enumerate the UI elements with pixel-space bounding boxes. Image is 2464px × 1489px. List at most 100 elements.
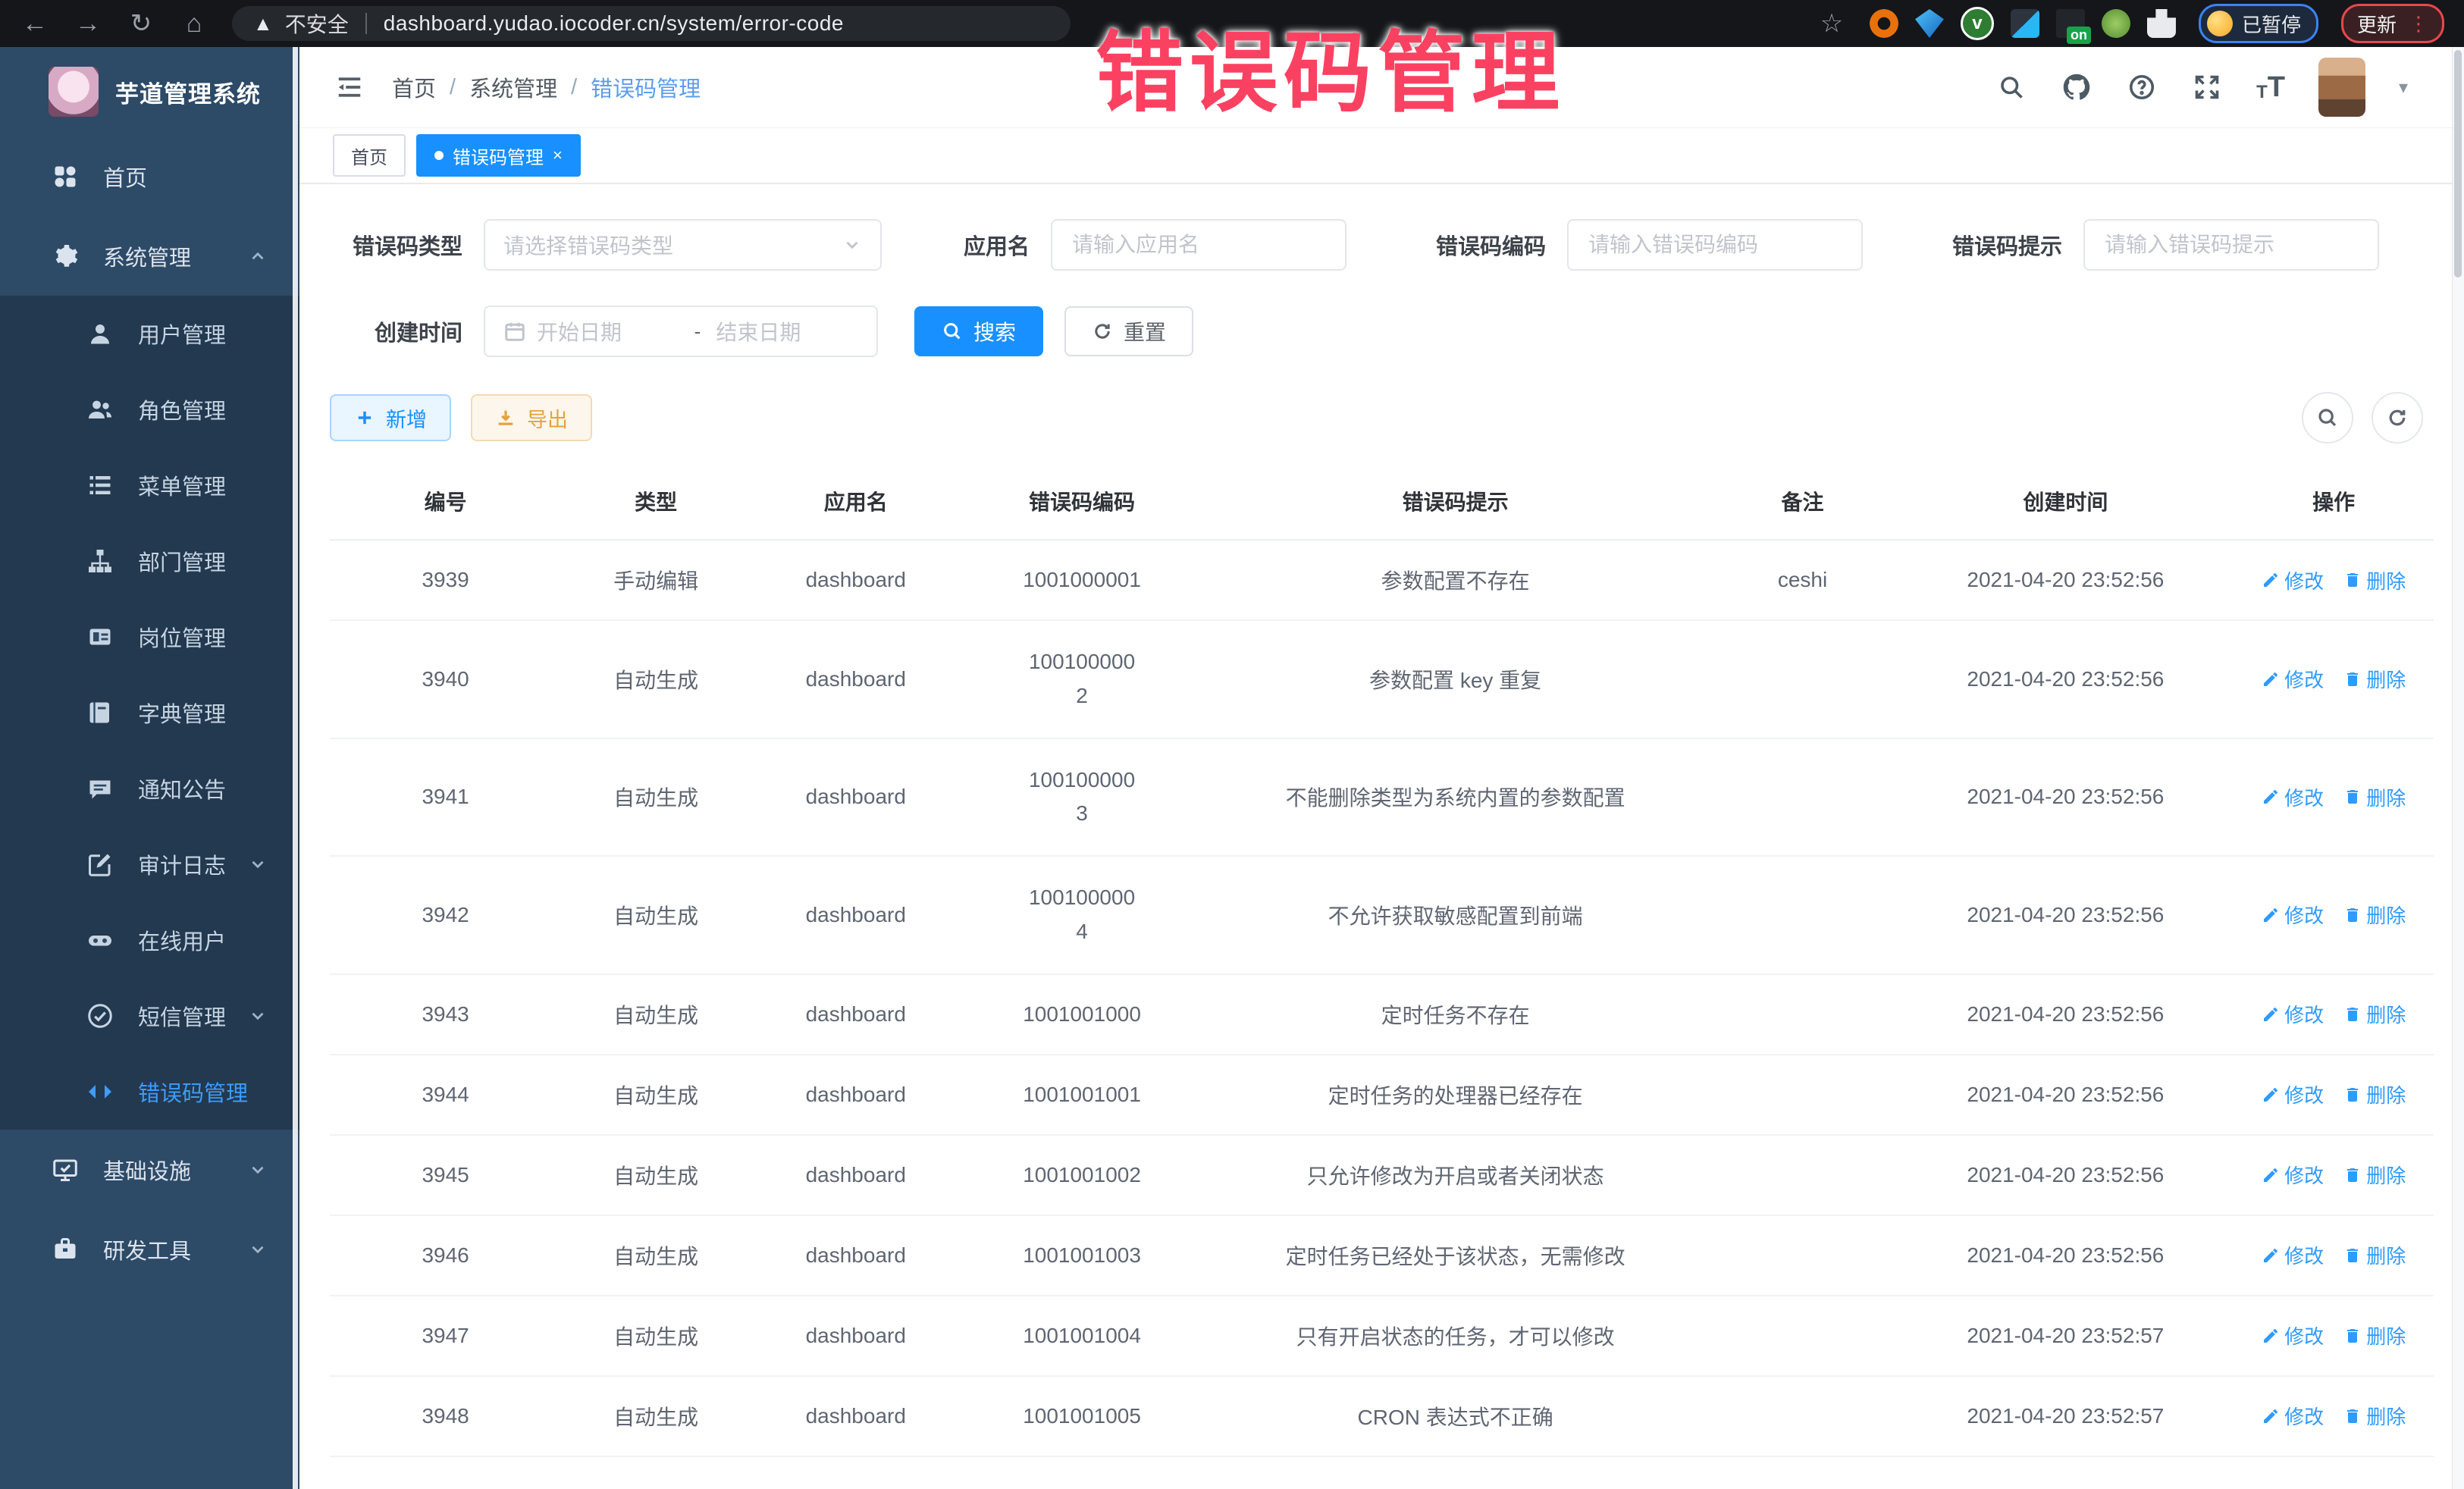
- breadcrumb-system[interactable]: 系统管理: [469, 71, 557, 103]
- cell-remark: [1708, 1055, 1898, 1135]
- cell-type: 自动生成: [561, 1215, 751, 1296]
- col-header-tip: 错误码提示: [1203, 463, 1708, 540]
- sidebar-scrollbar[interactable]: [293, 47, 298, 1489]
- sidebar-item-3[interactable]: 角色管理: [0, 371, 299, 447]
- edit-link[interactable]: 修改: [2262, 566, 2324, 594]
- browser-extension-icon[interactable]: [2102, 9, 2130, 38]
- delete-link[interactable]: 删除: [2343, 783, 2406, 811]
- end-date-placeholder[interactable]: 结束日期: [716, 316, 858, 346]
- start-date-placeholder[interactable]: 开始日期: [537, 316, 679, 346]
- browser-extension-icon[interactable]: on: [2056, 9, 2085, 38]
- browser-update-button[interactable]: 更新 ⋮: [2341, 4, 2444, 43]
- cell-remark: [1708, 1135, 1898, 1215]
- search-button[interactable]: 搜索: [914, 306, 1043, 356]
- error-code-input[interactable]: [1587, 232, 1843, 258]
- sidebar-item-8[interactable]: 通知公告: [0, 751, 299, 826]
- profile-paused-badge[interactable]: 已暂停: [2199, 4, 2318, 43]
- sidebar-item-12[interactable]: 错误码管理: [0, 1054, 299, 1130]
- help-icon[interactable]: [2126, 71, 2158, 103]
- cell-actions: 修改删除: [2234, 1376, 2434, 1456]
- edit-link[interactable]: 修改: [2262, 1000, 2324, 1028]
- sidebar-item-0[interactable]: 首页: [0, 136, 299, 216]
- sidebar-item-2[interactable]: 用户管理: [0, 296, 299, 371]
- user-icon: [85, 318, 115, 349]
- tab-home[interactable]: 首页: [333, 134, 406, 177]
- users-icon: [85, 394, 115, 425]
- delete-link[interactable]: 删除: [2343, 1241, 2406, 1269]
- edit-link[interactable]: 修改: [2262, 665, 2324, 693]
- edit-link[interactable]: 修改: [2262, 783, 2324, 811]
- cell-id: 3946: [330, 1215, 561, 1296]
- delete-link[interactable]: 删除: [2343, 901, 2406, 929]
- user-menu-caret-icon[interactable]: ▾: [2399, 77, 2408, 99]
- browser-extension-icon[interactable]: [2011, 9, 2039, 38]
- delete-link[interactable]: 删除: [2343, 1080, 2406, 1108]
- cell-time: 2021-04-20 23:52:56: [1897, 974, 2234, 1055]
- bookmark-star-icon[interactable]: ☆: [1817, 11, 1847, 36]
- filter-row-1: 错误码类型 请选择错误码类型 应用名: [330, 219, 2434, 271]
- edit-link[interactable]: 修改: [2262, 1161, 2324, 1189]
- back-icon[interactable]: ←: [20, 11, 50, 36]
- tab-error-code[interactable]: 错误码管理 ×: [416, 134, 581, 177]
- sidebar-item-13[interactable]: 基础设施: [0, 1130, 299, 1209]
- screen: ← → ↻ ⌂ ▲ 不安全 dashboard.yudao.iocoder.cn…: [0, 0, 2464, 1489]
- browser-extension-icon[interactable]: [1870, 9, 1898, 38]
- sidebar-item-7[interactable]: 字典管理: [0, 675, 299, 751]
- address-bar[interactable]: ▲ 不安全 dashboard.yudao.iocoder.cn/system/…: [232, 6, 1071, 41]
- cell-app: dashboard: [751, 738, 961, 857]
- sidebar-item-14[interactable]: 研发工具: [0, 1209, 299, 1289]
- cell-id: 3940: [330, 620, 561, 738]
- browser-menu-icon[interactable]: ⋮: [2409, 18, 2428, 29]
- reset-button[interactable]: 重置: [1064, 306, 1193, 356]
- edit-link[interactable]: 修改: [2262, 1321, 2324, 1350]
- delete-link[interactable]: 删除: [2343, 566, 2406, 594]
- sms-icon: [85, 1001, 115, 1031]
- error-type-select[interactable]: 请选择错误码类型: [484, 219, 882, 271]
- edit-link[interactable]: 修改: [2262, 1241, 2324, 1269]
- toggle-search-button[interactable]: [2302, 392, 2353, 444]
- edit-link[interactable]: 修改: [2262, 1402, 2324, 1430]
- font-size-icon[interactable]: TT: [2256, 73, 2285, 102]
- sidebar-item-6[interactable]: 岗位管理: [0, 599, 299, 675]
- export-button[interactable]: 导出: [471, 394, 592, 441]
- delete-link[interactable]: 删除: [2343, 665, 2406, 693]
- home-icon[interactable]: ⌂: [179, 11, 209, 36]
- scrollbar-thumb[interactable]: [2454, 50, 2462, 277]
- refresh-table-button[interactable]: [2372, 392, 2423, 444]
- delete-link[interactable]: 删除: [2343, 1321, 2406, 1350]
- breadcrumb-home[interactable]: 首页: [392, 71, 436, 103]
- edit-link[interactable]: 修改: [2262, 901, 2324, 929]
- sidebar-item-10[interactable]: 在线用户: [0, 902, 299, 978]
- sidebar-collapse-icon[interactable]: [333, 71, 366, 104]
- user-avatar[interactable]: [2318, 58, 2365, 117]
- sidebar-item-5[interactable]: 部门管理: [0, 523, 299, 599]
- app-logo-row[interactable]: 芋道管理系统: [0, 47, 299, 136]
- edit-link[interactable]: 修改: [2262, 1080, 2324, 1108]
- app-name-input[interactable]: [1071, 232, 1327, 258]
- fullscreen-icon[interactable]: [2191, 71, 2223, 103]
- error-tip-input[interactable]: [2103, 232, 2359, 258]
- cell-time: 2021-04-20 23:52:56: [1897, 620, 2234, 738]
- sidebar-item-label: 首页: [103, 161, 269, 193]
- cell-time: 2021-04-20 23:52:56: [1897, 540, 2234, 620]
- sidebar-item-11[interactable]: 短信管理: [0, 978, 299, 1054]
- sidebar-item-1[interactable]: 系统管理: [0, 216, 299, 296]
- forward-icon[interactable]: →: [73, 11, 103, 36]
- sidebar-item-4[interactable]: 菜单管理: [0, 447, 299, 523]
- window-scrollbar[interactable]: [2452, 47, 2464, 1489]
- delete-link[interactable]: 删除: [2343, 1402, 2406, 1430]
- error-code-label: 错误码编码: [1436, 229, 1546, 261]
- sidebar-item-9[interactable]: 审计日志: [0, 826, 299, 902]
- delete-link[interactable]: 删除: [2343, 1161, 2406, 1189]
- browser-extension-icon[interactable]: [1915, 9, 1944, 38]
- date-range-picker[interactable]: 开始日期 - 结束日期: [484, 306, 878, 357]
- github-icon[interactable]: [2061, 71, 2093, 103]
- add-button[interactable]: 新增: [330, 394, 451, 441]
- sidebar-item-label: 错误码管理: [138, 1076, 269, 1108]
- delete-link[interactable]: 删除: [2343, 1000, 2406, 1028]
- close-icon[interactable]: ×: [553, 147, 563, 164]
- search-icon[interactable]: [1995, 71, 2027, 103]
- extensions-puzzle-icon[interactable]: [2147, 9, 2176, 38]
- reload-icon[interactable]: ↻: [126, 11, 156, 36]
- browser-extension-icon[interactable]: v: [1961, 7, 1994, 40]
